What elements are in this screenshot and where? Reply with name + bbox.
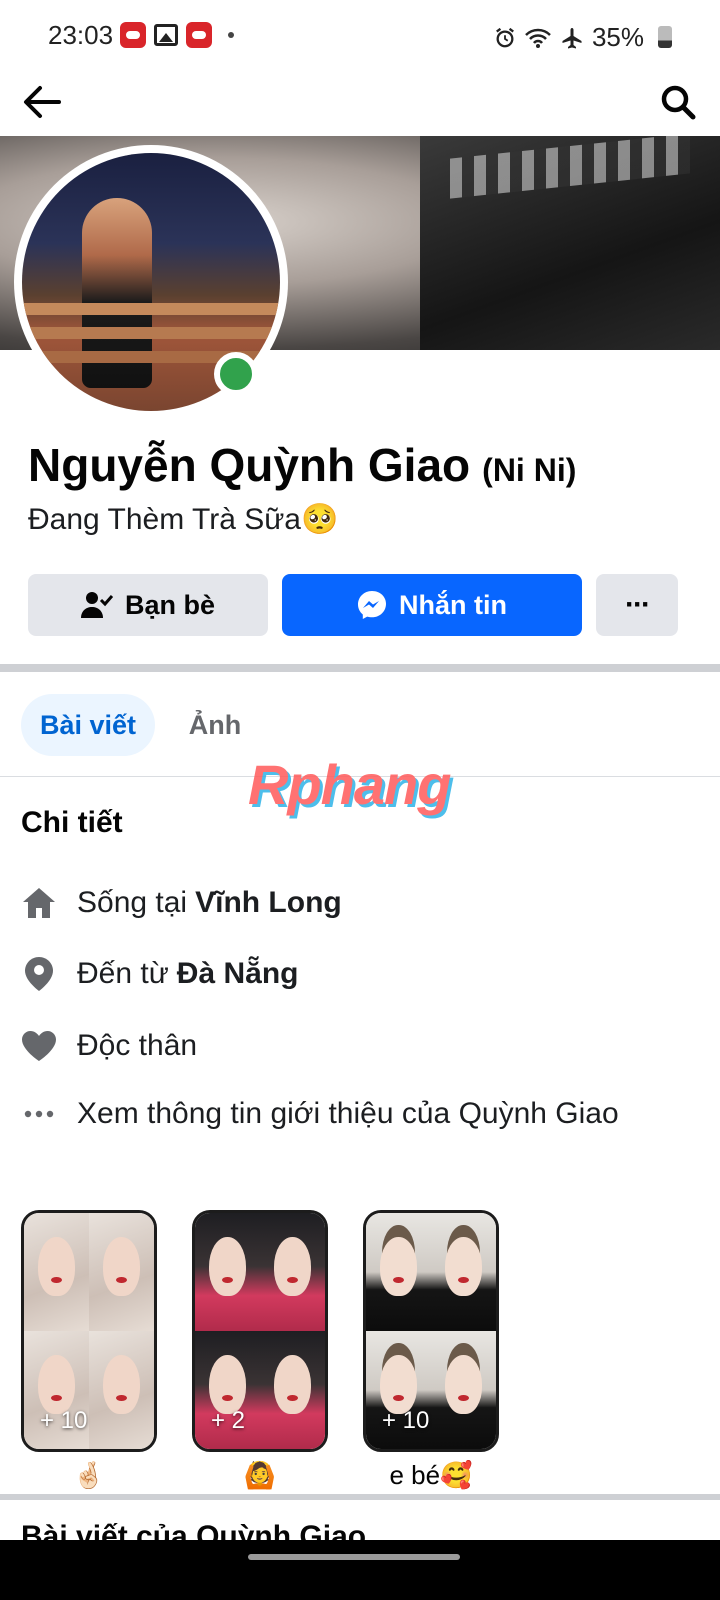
thumbnail <box>260 1331 325 1449</box>
friends-button-label: Bạn bè <box>124 589 216 620</box>
featured-collection[interactable]: + 10 <box>363 1210 499 1452</box>
back-button[interactable] <box>14 74 70 130</box>
featured-collection[interactable]: + 10 <box>21 1210 157 1452</box>
online-status-indicator <box>214 352 258 396</box>
detail-relationship: Độc thân <box>21 1028 197 1064</box>
from-prefix: Đến từ <box>77 957 169 990</box>
details-title: Chi tiết <box>21 806 123 839</box>
notification-icons <box>120 22 234 48</box>
lives-in-prefix: Sống tại <box>77 886 188 919</box>
thumbnail <box>431 1331 496 1449</box>
location-pin-icon <box>21 956 57 992</box>
friend-check-icon <box>80 592 113 618</box>
thumbnail <box>260 1213 325 1331</box>
relationship-status: Độc thân <box>77 1029 198 1062</box>
system-icons: 35% <box>494 22 662 53</box>
detail-lives-in: Sống tại Vĩnh Long <box>21 885 342 921</box>
airplane-icon <box>562 27 582 48</box>
search-button[interactable] <box>650 74 706 130</box>
detail-from: Đến từ Đà Nẵng <box>21 956 298 992</box>
detail-see-about[interactable]: Xem thông tin giới thiệu của Quỳnh Giao <box>21 1096 619 1132</box>
collection-count: + 10 <box>40 1407 88 1434</box>
thumbnail <box>431 1213 496 1331</box>
section-divider <box>0 1494 720 1500</box>
thumbnail <box>195 1213 260 1331</box>
thumbnail <box>24 1213 89 1331</box>
lives-in-value[interactable]: Vĩnh Long <box>195 886 342 920</box>
more-notifications-dot-icon <box>228 32 234 38</box>
profile-bio: Đang Thèm Trà Sữa🥺 <box>28 503 339 536</box>
status-time: 23:03 <box>48 20 114 50</box>
collection-count: + 2 <box>211 1407 246 1434</box>
message-button[interactable]: Nhắn tin <box>282 574 582 636</box>
alarm-icon <box>496 27 514 47</box>
friends-button[interactable]: Bạn bè <box>28 574 268 636</box>
more-options-icon: ··· <box>625 588 651 621</box>
profile-name-row: Nguyễn Quỳnh Giao (Ni Ni) <box>28 438 576 492</box>
see-about-link[interactable]: Xem thông tin giới thiệu của Quỳnh Giao <box>77 1097 619 1131</box>
watermark-logo: Rphang <box>248 753 451 816</box>
gallery-icon <box>154 24 178 46</box>
app-notification-icon <box>120 22 146 48</box>
back-arrow-icon <box>24 86 61 118</box>
more-dots-icon <box>21 1096 57 1132</box>
status-bar: 23:03 35% <box>0 0 720 70</box>
tab-photos[interactable]: Ảnh <box>170 694 260 756</box>
wifi-icon <box>525 28 551 48</box>
profile-name: Nguyễn Quỳnh Giao <box>28 439 471 491</box>
home-gesture-handle[interactable] <box>248 1554 460 1560</box>
heart-icon <box>21 1028 57 1064</box>
from-value[interactable]: Đà Nẵng <box>177 957 299 991</box>
battery-icon <box>658 26 672 48</box>
thumbnail <box>89 1331 154 1449</box>
system-navigation-bar <box>0 1540 720 1600</box>
battery-percent: 35% <box>591 22 644 52</box>
app-notification-icon <box>186 22 212 48</box>
collection-count: + 10 <box>382 1407 430 1434</box>
home-icon <box>21 885 57 921</box>
collection-label: 🤞🏻 <box>72 1460 106 1490</box>
thumbnail <box>366 1213 431 1331</box>
top-nav <box>0 70 720 134</box>
collection-label: e bé🥰 <box>389 1460 473 1490</box>
search-icon <box>661 85 696 120</box>
messenger-icon <box>358 591 386 619</box>
profile-alternate-name: (Ni Ni) <box>482 452 577 488</box>
more-options-button[interactable]: ··· <box>596 574 678 636</box>
featured-collection[interactable]: + 2 <box>192 1210 328 1452</box>
thumbnail <box>89 1213 154 1331</box>
message-button-label: Nhắn tin <box>399 589 507 620</box>
collection-label: 🙆 <box>243 1460 277 1490</box>
section-divider <box>0 664 720 672</box>
tab-posts[interactable]: Bài viết <box>21 694 155 756</box>
